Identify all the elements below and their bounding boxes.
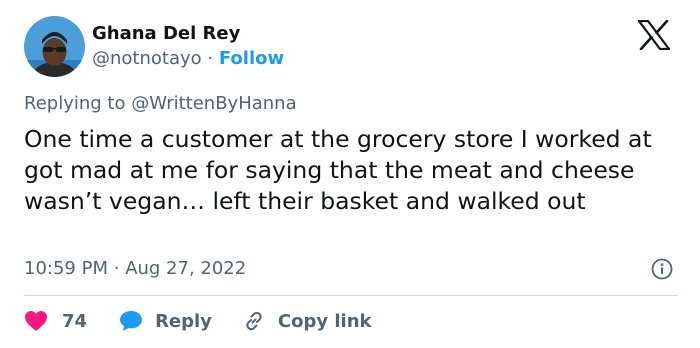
like-count: 74 [62, 310, 88, 332]
speech-bubble-icon [120, 311, 143, 331]
divider [24, 295, 678, 296]
heart-icon [25, 311, 47, 331]
tweet-timestamp[interactable]: 10:59 PM · Aug 27, 2022 [24, 258, 246, 280]
tweet-text: One time a customer at the grocery store… [24, 125, 652, 215]
follow-button[interactable]: Follow [219, 48, 284, 69]
copy-link-button[interactable]: Copy link [242, 309, 372, 333]
avatar[interactable] [24, 16, 85, 77]
reply-target-handle[interactable]: @WrittenByHanna [131, 93, 296, 114]
author-handle-row: @notnotayo · Follow [92, 48, 284, 70]
author-handle[interactable]: @notnotayo [92, 48, 202, 69]
timestamp-separator: · [113, 258, 120, 279]
avatar-photo [24, 16, 85, 77]
reply-context: Replying to @WrittenByHanna [24, 93, 297, 115]
info-icon[interactable] [651, 258, 673, 280]
reply-label: Reply [155, 310, 212, 332]
reply-button[interactable]: Reply [119, 310, 212, 332]
x-logo-icon[interactable] [637, 19, 671, 51]
copy-link-label: Copy link [277, 310, 372, 332]
like-button[interactable]: 74 [24, 310, 87, 332]
reply-context-prefix: Replying to [24, 93, 126, 114]
tweet-time: 10:59 PM [24, 258, 108, 279]
handle-separator: · [207, 48, 214, 69]
tweet-date: Aug 27, 2022 [125, 258, 247, 279]
author-display-name[interactable]: Ghana Del Rey [92, 23, 240, 45]
tweet-actions: 74 Reply Copy link [24, 308, 372, 334]
link-icon [246, 311, 262, 331]
